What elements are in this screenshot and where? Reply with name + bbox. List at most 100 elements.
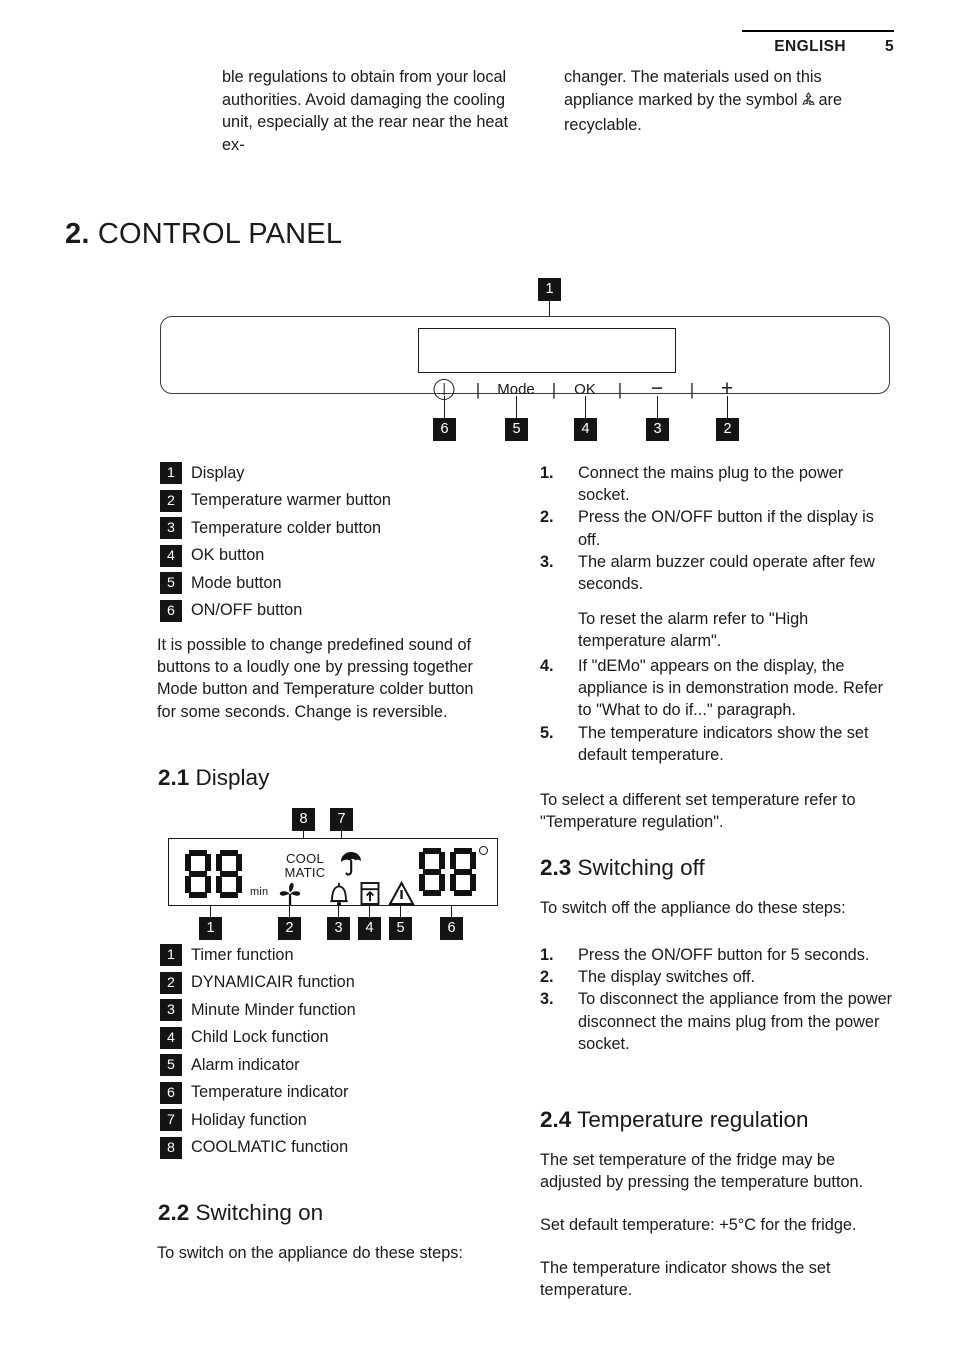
step-text: To disconnect the appliance from the pow…: [578, 990, 893, 1053]
callout-badge-3: 3: [646, 418, 669, 441]
switching-on-intro: To switch on the appliance do these step…: [157, 1244, 463, 1262]
list-item: 3 Minute Minder function: [160, 999, 520, 1021]
step-number: 2.: [540, 508, 554, 527]
section-title: Switching off: [577, 855, 705, 880]
legend-badge: 3: [160, 999, 182, 1021]
leader-line-d3: [338, 906, 340, 917]
list-item: 4 Child Lock function: [160, 1026, 520, 1049]
timer-digits: [185, 850, 242, 898]
recycle-icon: [800, 91, 817, 115]
legend-badge: 6: [160, 1081, 182, 1104]
legend-badge: 4: [160, 1026, 182, 1049]
callout-badge-1: 1: [538, 278, 561, 301]
list-item: 6 ON/OFF button: [160, 599, 520, 622]
list-item: 1 Timer function: [160, 944, 520, 966]
chapter-title-text: CONTROL PANEL: [97, 218, 343, 250]
step-text: The display switches off.: [578, 968, 756, 987]
legend-label: DYNAMICAIR function: [191, 973, 355, 991]
step-text: The temperature indicators show the set …: [578, 723, 869, 764]
legend-label: Holiday function: [191, 1110, 307, 1129]
seg-digit: [185, 850, 211, 898]
leader-line-d2: [289, 906, 291, 917]
legend-badge: 1: [160, 462, 182, 484]
list-item: 4 OK button: [160, 544, 520, 567]
legend-label: COOLMATIC function: [191, 1138, 349, 1156]
control-panel-display-area: [418, 328, 676, 373]
step-number: 1.: [540, 464, 554, 482]
step-text: Press the ON/OFF button for 5 seconds.: [578, 946, 870, 964]
callout-badge-4: 4: [574, 418, 597, 441]
legend-label: Temperature colder button: [191, 518, 382, 537]
legend-badge: 6: [160, 599, 182, 622]
list-item: 1 Display: [160, 462, 520, 484]
switching-on-step3-note: To reset the alarm refer to "High temper…: [578, 610, 809, 651]
step-text: Press the ON/OFF button if the display i…: [578, 508, 874, 549]
list-item: 3. To disconnect the appliance from the …: [540, 988, 896, 1055]
section-number: 2.3: [540, 855, 572, 880]
step-number: 2.: [540, 968, 554, 987]
step-text: If "dEMo" appears on the display, the ap…: [578, 657, 883, 720]
chapter-number: 2.: [65, 218, 90, 250]
control-panel-figure: 1 | Mode | OK | − | + 6 5 4 3 2: [160, 278, 894, 443]
seg-digit: [216, 850, 242, 898]
legend-label: Alarm indicator: [191, 1055, 300, 1074]
panel-sound-note: It is possible to change predefined soun…: [157, 636, 474, 721]
step-number: 1.: [540, 946, 554, 964]
callout-badge-d3: 3: [327, 917, 350, 940]
temperature-digits: [419, 848, 476, 896]
list-item: 7 Holiday function: [160, 1109, 520, 1131]
leader-line-3: [657, 396, 659, 418]
legend-badge: 3: [160, 517, 182, 539]
legend-label: Mode button: [191, 573, 282, 592]
leader-line-d6: [451, 906, 453, 917]
list-item: 8 COOLMATIC function: [160, 1136, 520, 1159]
coolmatic-label: COOL MATIC: [276, 852, 334, 879]
list-item: 3. The alarm buzzer could operate after …: [540, 551, 896, 595]
switching-off-steps: 1. Press the ON/OFF button for 5 seconds…: [540, 944, 896, 1055]
list-item: 6 Temperature indicator: [160, 1081, 520, 1104]
list-item: 2 Temperature warmer button: [160, 489, 520, 512]
section-heading-2-1: 2.1 Display: [158, 765, 269, 791]
section-heading-2-2: 2.2 Switching on: [158, 1200, 323, 1226]
step-text: Connect the mains plug to the power sock…: [578, 464, 844, 505]
timer-unit-label: min: [250, 886, 269, 898]
legend-badge: 2: [160, 489, 182, 512]
leader-line-4: [585, 396, 587, 418]
step-number: 5.: [540, 723, 554, 742]
separator-2: |: [551, 380, 557, 399]
section-number: 2.1: [158, 765, 190, 790]
display-legend-list: 1 Timer function 2 DYNAMICAIR function 3…: [160, 944, 520, 1164]
list-item: 2 DYNAMICAIR function: [160, 971, 520, 994]
control-panel-button-row: | Mode | OK | − | +: [160, 378, 890, 409]
switching-on-closing: To select a different set temperature re…: [540, 791, 856, 832]
header-rule: [742, 30, 894, 32]
callout-badge-8: 8: [292, 808, 315, 831]
callout-badge-6: 6: [433, 418, 456, 441]
section-title: Temperature regulation: [577, 1107, 809, 1132]
callout-badge-d1: 1: [199, 917, 222, 940]
separator-4: |: [689, 380, 695, 399]
header-language: ENGLISH: [774, 38, 846, 55]
degree-symbol: [479, 846, 488, 855]
page-header: ENGLISH 5: [0, 38, 894, 56]
leader-line-6: [444, 396, 446, 418]
callout-badge-d2: 2: [278, 917, 301, 940]
list-item: 5 Alarm indicator: [160, 1054, 520, 1076]
legend-badge: 4: [160, 544, 182, 567]
coolmatic-line-1: COOL: [285, 851, 325, 866]
chapter-title: 2. CONTROL PANEL: [65, 218, 342, 251]
leader-line-d4: [369, 906, 371, 917]
step-number: 3.: [540, 552, 554, 571]
legend-label: Child Lock function: [191, 1028, 329, 1046]
intro-right-column: changer. The materials used on this appl…: [564, 66, 860, 156]
legend-badge: 1: [160, 944, 182, 966]
warning-triangle-icon: [388, 880, 415, 911]
leader-line-d5: [400, 906, 402, 917]
callout-badge-d4: 4: [358, 917, 381, 940]
temperature-paragraph-1: The set temperature of the fridge may be…: [540, 1151, 864, 1192]
switching-on-steps-continued: 4. If "dEMo" appears on the display, the…: [540, 655, 896, 766]
umbrella-icon: [338, 850, 364, 883]
intro-right-before: changer. The materials used on this appl…: [564, 68, 822, 109]
callout-badge-5: 5: [505, 418, 528, 441]
switching-on-steps: 1. Connect the mains plug to the power s…: [540, 462, 896, 595]
